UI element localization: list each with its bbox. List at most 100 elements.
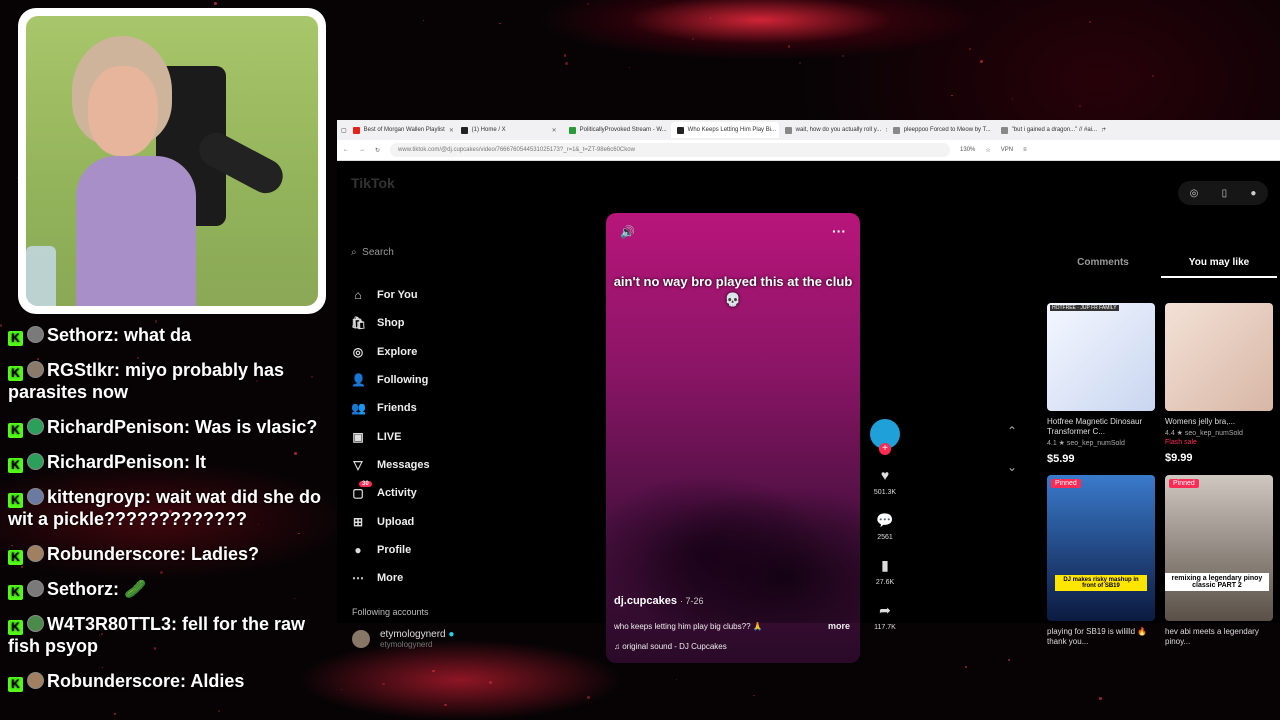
profile-icon: ●: [354, 542, 362, 557]
zoom-level[interactable]: 130%: [960, 147, 975, 153]
bookmark-icon[interactable]: ▮: [867, 557, 903, 573]
streamer-face: [88, 66, 158, 156]
favicon-icon: [1000, 126, 1008, 134]
sidebar-item-following[interactable]: 👤 Following: [351, 366, 430, 394]
flash-sale-label: Flash sale: [1165, 439, 1197, 446]
notification-badge: 30: [359, 481, 372, 488]
url-text: www.tiktok.com/@dj.cupcakes/video/766676…: [398, 147, 635, 153]
url-field[interactable]: www.tiktok.com/@dj.cupcakes/video/766676…: [390, 143, 951, 157]
sparkle-dot: [709, 17, 712, 19]
browser-tab[interactable]: "but i gained a dragon..." // #ai...✕: [995, 122, 1103, 138]
card-title: hev abi meets a legendary pinoy...: [1165, 627, 1259, 646]
chevron-down-icon[interactable]: ⌄: [1005, 449, 1019, 485]
chat-username[interactable]: RichardPenison: [47, 417, 184, 437]
sparkle-dot: [586, 696, 590, 700]
recommendation-card[interactable]: Womens jelly bra,... 4.4 ★ seo_kep_numSol…: [1165, 303, 1273, 465]
more-options-icon[interactable]: ···: [832, 223, 846, 239]
heart-icon[interactable]: ♥: [867, 467, 903, 483]
browser-tab[interactable]: wait, how do you actually roll y...✕: [779, 122, 887, 138]
sidebar-item-more[interactable]: ⋯ More: [351, 564, 430, 592]
chevron-up-icon[interactable]: ⌃: [1005, 413, 1019, 449]
sidebar-item-profile[interactable]: ● Profile: [351, 536, 430, 564]
browser-tab[interactable]: pleeppoo Forced to Meow by T...✕: [887, 122, 995, 138]
chat-username[interactable]: Robunderscore: [47, 544, 180, 564]
new-tab-icon[interactable]: +: [1103, 127, 1107, 133]
browser-tab[interactable]: Best of Morgan Wallen Playlist ✕: [347, 122, 455, 138]
sidebar-item-upload[interactable]: ⊞ Upload: [351, 507, 430, 535]
tab-you-may-like[interactable]: You may like: [1161, 257, 1277, 278]
creator-avatar[interactable]: +: [870, 419, 900, 455]
forward-icon[interactable]: →: [359, 147, 365, 153]
chat-message: K W4T3R80TTL3: fell for the raw fish psyo…: [8, 614, 306, 656]
vpn-button[interactable]: VPN: [1001, 147, 1013, 153]
chat-username[interactable]: kittengroyp: [47, 487, 145, 507]
chat-message: Kkittengroyp: wait wat did she do wit a …: [8, 487, 322, 529]
reload-icon[interactable]: ↻: [375, 147, 380, 154]
sidebar-item-for-you[interactable]: ⌂ For You: [351, 281, 430, 309]
device-icon[interactable]: ▯: [1222, 188, 1228, 199]
chat-username[interactable]: Robunderscore: [47, 671, 180, 691]
card-thumbnail[interactable]: Pinned DJ makes risky mashup in front of …: [1047, 475, 1155, 621]
search-input[interactable]: ⌕ Search: [351, 247, 394, 258]
profile-avatar-icon[interactable]: ●: [1250, 188, 1256, 199]
chat-username[interactable]: Sethorz: [47, 579, 113, 599]
sidebar-item-shop[interactable]: 🛍 Shop: [351, 309, 430, 337]
tiktok-logo[interactable]: TikTok: [351, 175, 395, 191]
compass-icon[interactable]: ◎: [1190, 188, 1199, 199]
user-avatar-icon: [27, 453, 44, 470]
kick-badge-icon: K: [8, 620, 23, 635]
video-author[interactable]: dj.cupcakes · 7-26: [614, 595, 704, 607]
volume-icon[interactable]: 🔊: [620, 225, 635, 239]
browser-tab[interactable]: PoliticallyProvoked Stream - W...✕: [563, 122, 671, 138]
sidebar-item-messages[interactable]: ▽ Messages: [351, 451, 429, 479]
back-icon[interactable]: ←: [343, 147, 349, 153]
chat-username[interactable]: RichardPenison: [47, 452, 184, 472]
shop-icon: 🛍: [351, 316, 367, 331]
chat-username[interactable]: Sethorz: [47, 325, 113, 345]
avatar: [352, 630, 370, 648]
comment-icon[interactable]: 💬: [867, 512, 903, 528]
close-icon[interactable]: ✕: [449, 127, 454, 134]
user-avatar-icon: [27, 672, 44, 689]
sidebar-item-activity[interactable]: ▢ 30 Activity: [351, 479, 430, 507]
recommendation-card[interactable]: Pinned remixing a legendary pinoy classic…: [1165, 475, 1273, 647]
recommendation-card[interactable]: Pinned DJ makes risky mashup in front of …: [1047, 475, 1155, 647]
sidebar-item-explore[interactable]: ◎ Explore: [351, 338, 430, 366]
sidebar-item-live[interactable]: ▣ LIVE: [351, 422, 430, 450]
bookmark-star-icon[interactable]: ☆: [985, 147, 990, 154]
sidebar-item-friends[interactable]: 👥 Friends: [351, 394, 430, 422]
video-player[interactable]: 🔊 ··· ain't no way bro played this at th…: [606, 213, 860, 663]
close-icon[interactable]: ✕: [552, 127, 557, 134]
chat-username[interactable]: RGStlkr: [47, 360, 114, 380]
pinned-badge: Pinned: [1051, 479, 1081, 488]
browser-tab[interactable]: (1) Home / X ✕: [455, 122, 563, 138]
following-icon: 👤: [351, 373, 366, 388]
share-icon[interactable]: ➦: [867, 602, 903, 618]
tiktok-page: TikTok ⌕ Search ⌂ For You 🛍 Shop ◎ Explore 👤 Fo…: [337, 161, 1280, 663]
tab-comments[interactable]: Comments: [1045, 257, 1161, 278]
kick-badge-icon: K: [8, 423, 23, 438]
video-caption: ain't no way bro played this at the club…: [613, 274, 853, 307]
chat-text: Was is vlasic?: [195, 417, 318, 437]
following-account[interactable]: etymologynerd ● etymologynerd: [352, 629, 454, 649]
recommendation-card[interactable]: HOTFREE · JUP FR FAMILY Hotfree Magnetic …: [1047, 303, 1155, 465]
more-link[interactable]: more: [828, 621, 850, 631]
card-thumbnail[interactable]: Pinned remixing a legendary pinoy classic…: [1165, 475, 1273, 621]
menu-icon[interactable]: ≡: [1023, 147, 1027, 153]
chat-text: Aldies: [190, 671, 245, 691]
browser-tab[interactable]: Who Keeps Letting Him Play Bi...✕: [670, 122, 779, 138]
card-thumbnail[interactable]: [1165, 303, 1273, 411]
chat-username[interactable]: W4T3R80TTL3: [47, 614, 171, 634]
card-title: Hotfree Magnetic Dinosaur Transformer C.…: [1047, 417, 1143, 436]
tab-label: Who Keeps Letting Him Play Bi...: [687, 127, 777, 133]
video-sound[interactable]: ♫ original sound - DJ Cupcakes: [614, 642, 727, 651]
sparkle-dot: [980, 60, 984, 64]
card-thumbnail[interactable]: HOTFREE · JUP FR FAMILY: [1047, 303, 1155, 411]
live-icon: ▣: [352, 429, 364, 444]
follow-plus-icon[interactable]: +: [879, 443, 891, 455]
video-nav: ⌃ ⌄: [1005, 413, 1019, 485]
tab-label: Best of Morgan Wallen Playlist: [363, 127, 445, 133]
sparkle-dot: [499, 22, 501, 25]
favicon-icon: [676, 126, 684, 134]
favicon-icon: [568, 126, 576, 134]
